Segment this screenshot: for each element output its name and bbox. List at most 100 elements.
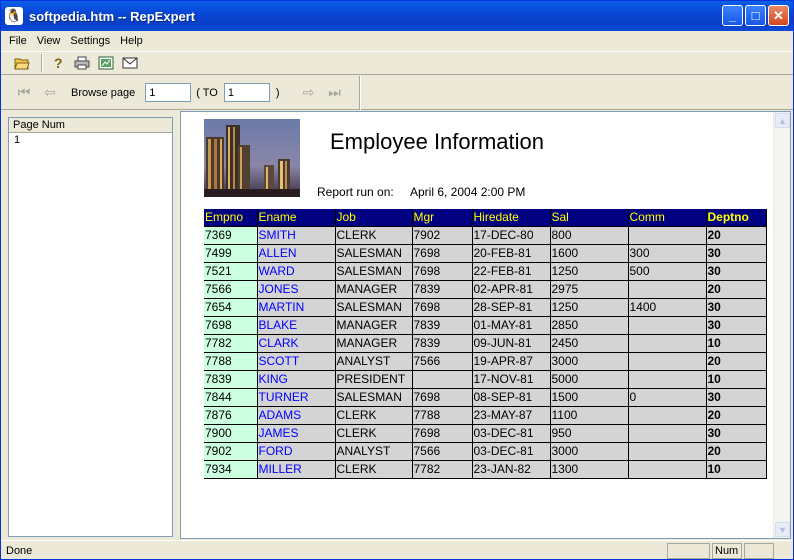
page-list-item[interactable]: 1	[9, 133, 172, 147]
cell-ename[interactable]: MILLER	[257, 459, 336, 479]
status-panel-blank	[667, 543, 710, 559]
employee-table: Empno Ename Job Mgr Hiredate Sal Comm De…	[204, 209, 767, 479]
cell-job: SALESMAN	[335, 297, 413, 316]
last-page-icon[interactable]: ⏭	[324, 82, 346, 104]
close-button[interactable]: ✕	[768, 5, 789, 26]
table-row: 7788 SCOTT ANALYST 7566 19-APR-87 3000 20	[204, 351, 767, 370]
from-page-input[interactable]	[145, 83, 192, 102]
cell-comm	[628, 315, 707, 334]
cell-ename[interactable]: CLARK	[257, 333, 336, 352]
cell-ename[interactable]: JAMES	[257, 423, 336, 442]
main-toolbar: ?	[1, 51, 793, 75]
cell-sal: 1100	[550, 405, 629, 424]
cell-mgr: 7839	[412, 279, 473, 298]
cell-comm	[628, 279, 707, 298]
table-row: 7844 TURNER SALESMAN 7698 08-SEP-81 1500 0 30	[204, 387, 767, 406]
prev-page-icon[interactable]: ⇦	[39, 82, 61, 104]
menu-view[interactable]: View	[32, 35, 66, 47]
minimize-button[interactable]: _	[722, 5, 743, 26]
cell-deptno: 20	[706, 279, 767, 298]
menu-settings[interactable]: Settings	[65, 35, 115, 47]
cell-job: ANALYST	[335, 441, 413, 460]
cell-empno: 7521	[204, 261, 258, 280]
cell-comm: 300	[628, 243, 707, 262]
folder-open-icon[interactable]	[13, 54, 31, 72]
cell-ename[interactable]: SMITH	[257, 225, 336, 244]
envelope-icon[interactable]	[121, 54, 139, 72]
printer-icon[interactable]	[73, 54, 91, 72]
cell-mgr: 7698	[412, 297, 473, 316]
cell-deptno: 10	[706, 369, 767, 388]
scroll-up-icon[interactable]: ▲	[775, 113, 790, 128]
cell-ename[interactable]: WARD	[257, 261, 336, 280]
menu-file[interactable]: File	[4, 35, 32, 47]
cell-ename[interactable]: FORD	[257, 441, 336, 460]
cell-job: SALESMAN	[335, 243, 413, 262]
cell-hiredate: 17-DEC-80	[472, 225, 551, 244]
table-row: 7782 CLARK MANAGER 7839 09-JUN-81 2450 10	[204, 333, 767, 352]
scroll-down-icon[interactable]: ▼	[775, 522, 790, 537]
page-num-header[interactable]: Page Num	[9, 118, 172, 133]
col-hiredate: Hiredate	[472, 209, 551, 226]
table-row: 7902 FORD ANALYST 7566 03-DEC-81 3000 20	[204, 441, 767, 460]
cell-comm: 500	[628, 261, 707, 280]
status-num: Num	[712, 543, 742, 559]
report-view: Employee Information Report run on: Apri…	[180, 111, 791, 539]
to-page-input[interactable]	[223, 83, 270, 102]
col-deptno: Deptno	[706, 209, 767, 226]
cell-job: PRESIDENT	[335, 369, 413, 388]
col-ename: Ename	[257, 209, 336, 226]
cell-ename[interactable]: KING	[257, 369, 336, 388]
cell-job: CLERK	[335, 423, 413, 442]
export-icon[interactable]	[97, 54, 115, 72]
cell-ename[interactable]: ADAMS	[257, 405, 336, 424]
cell-mgr: 7839	[412, 333, 473, 352]
cell-job: SALESMAN	[335, 387, 413, 406]
table-row: 7839 KING PRESIDENT 17-NOV-81 5000 10	[204, 369, 767, 388]
cell-empno: 7654	[204, 297, 258, 316]
cell-hiredate: 17-NOV-81	[472, 369, 551, 388]
toolbar-separator	[359, 76, 361, 110]
cell-job: MANAGER	[335, 333, 413, 352]
cell-hiredate: 03-DEC-81	[472, 441, 551, 460]
cell-sal: 800	[550, 225, 629, 244]
cell-deptno: 10	[706, 333, 767, 352]
menu-help[interactable]: Help	[115, 35, 148, 47]
table-row: 7876 ADAMS CLERK 7788 23-MAY-87 1100 20	[204, 405, 767, 424]
cell-sal: 950	[550, 423, 629, 442]
cell-hiredate: 28-SEP-81	[472, 297, 551, 316]
cell-deptno: 10	[706, 459, 767, 479]
title-bar[interactable]: 🐧 softpedia.htm -- RepExpert _ □ ✕	[1, 1, 793, 31]
maximize-button[interactable]: □	[745, 5, 766, 26]
run-label: Report run on:	[317, 185, 394, 199]
table-row: 7934 MILLER CLERK 7782 23-JAN-82 1300 10	[204, 459, 767, 479]
first-page-icon[interactable]: ⏮	[13, 82, 35, 104]
cell-deptno: 20	[706, 351, 767, 370]
cell-sal: 1600	[550, 243, 629, 262]
cell-empno: 7782	[204, 333, 258, 352]
cell-ename[interactable]: BLAKE	[257, 315, 336, 334]
status-panel-extra	[744, 543, 774, 559]
cell-deptno: 30	[706, 297, 767, 316]
col-comm: Comm	[628, 209, 707, 226]
cell-comm	[628, 333, 707, 352]
next-page-icon[interactable]: ⇨	[298, 82, 320, 104]
cell-mgr: 7782	[412, 459, 473, 479]
cell-ename[interactable]: MARTIN	[257, 297, 336, 316]
table-row: 7521 WARD SALESMAN 7698 22-FEB-81 1250 500 30	[204, 261, 767, 280]
cell-job: SALESMAN	[335, 261, 413, 280]
cell-ename[interactable]: ALLEN	[257, 243, 336, 262]
cell-hiredate: 09-JUN-81	[472, 333, 551, 352]
cell-hiredate: 22-FEB-81	[472, 261, 551, 280]
cell-deptno: 20	[706, 225, 767, 244]
cell-empno: 7839	[204, 369, 258, 388]
question-icon[interactable]: ?	[49, 54, 67, 72]
vertical-scrollbar[interactable]: ▲ ▼	[773, 112, 790, 538]
cell-ename[interactable]: TURNER	[257, 387, 336, 406]
svg-text:?: ?	[54, 55, 63, 71]
cell-comm	[628, 441, 707, 460]
cell-sal: 2850	[550, 315, 629, 334]
cell-ename[interactable]: SCOTT	[257, 351, 336, 370]
cell-ename[interactable]: JONES	[257, 279, 336, 298]
table-header-row: Empno Ename Job Mgr Hiredate Sal Comm De…	[204, 209, 767, 226]
